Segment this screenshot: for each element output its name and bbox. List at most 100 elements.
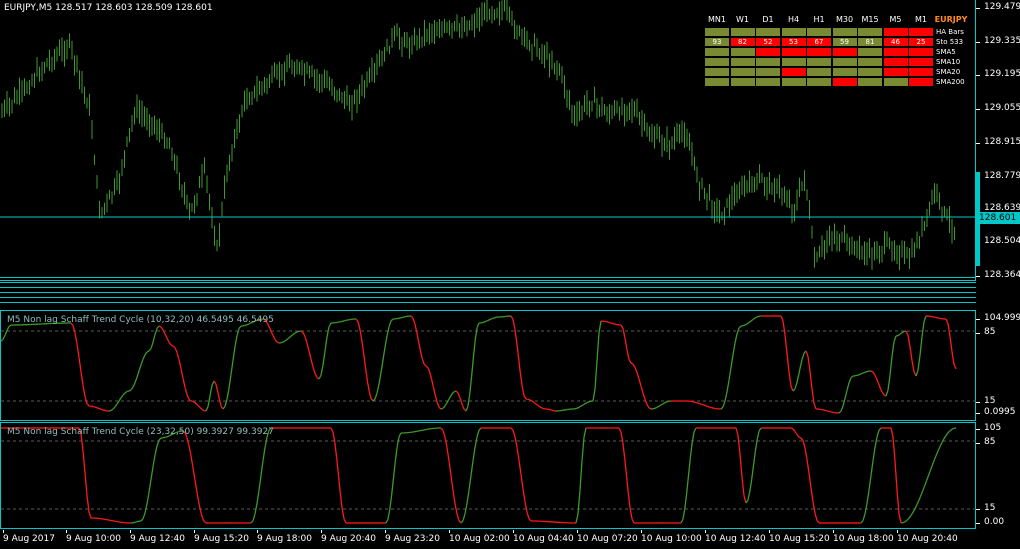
- stc-segment: [455, 390, 459, 394]
- stc-segment: [284, 338, 288, 342]
- stc-segment: [452, 490, 456, 504]
- stc-segment: [728, 367, 732, 381]
- stc-segment: [430, 379, 435, 388]
- stc-segment: [186, 436, 190, 445]
- trend-cell: [781, 68, 806, 76]
- trend-cell: [705, 68, 729, 76]
- stc-segment: [754, 316, 758, 319]
- stc-segment: [741, 477, 745, 496]
- stc-segment: [451, 391, 455, 395]
- stc-segment: [216, 390, 221, 400]
- stc-segment: [337, 475, 342, 494]
- stc-segment: [469, 376, 473, 395]
- stc-segment: [112, 406, 116, 410]
- stc-segment: [234, 335, 238, 347]
- stc-segment: [624, 338, 628, 350]
- trend-cell: [858, 28, 882, 36]
- stc-segment: [693, 427, 697, 432]
- stc-segment: [191, 464, 196, 478]
- stc-segment: [417, 340, 422, 351]
- stc-segment: [917, 355, 921, 371]
- stc-segment: [102, 409, 106, 412]
- stc-segment: [436, 402, 440, 408]
- stc-segment: [164, 333, 168, 339]
- stc-segment: [486, 319, 490, 322]
- stc-segment: [362, 352, 367, 368]
- stc-segment: [2, 335, 6, 340]
- stc-segment: [709, 406, 712, 409]
- stc-segment: [901, 330, 905, 334]
- stc-segment: [472, 339, 476, 358]
- timeframe-header: H1: [813, 15, 825, 24]
- stc-segment: [274, 339, 278, 343]
- stc-segment: [549, 409, 553, 411]
- stc-segment: [929, 464, 934, 471]
- stc-segment: [631, 519, 635, 524]
- stc-segment: [840, 405, 844, 412]
- stc-segment: [341, 508, 345, 520]
- stc-segment: [745, 499, 749, 504]
- timeframe-header: W1: [736, 15, 749, 24]
- stc-segment: [280, 341, 284, 344]
- stc-segment: [935, 449, 939, 456]
- stc-segment: [199, 407, 203, 411]
- trend-cell: [807, 68, 831, 76]
- stc-segment: [799, 358, 803, 367]
- stc-segment: [122, 392, 126, 396]
- stc-segment: [448, 460, 452, 476]
- stc-segment: [951, 427, 955, 430]
- stc-segment: [150, 466, 154, 480]
- trend-cell: [730, 68, 755, 76]
- stc-segment: [916, 500, 920, 506]
- stc-segment: [366, 380, 370, 392]
- x-tick-label: 10 Aug 20:40: [897, 530, 958, 544]
- stc-segment: [539, 406, 543, 409]
- stc-segment: [224, 399, 228, 407]
- stc-segment: [658, 404, 662, 407]
- stc-segment: [193, 476, 198, 490]
- stc-segment: [88, 511, 92, 519]
- trend-cell: [883, 68, 908, 76]
- stc-segment: [638, 378, 642, 387]
- trend-cell: [832, 68, 857, 76]
- stc-segment: [374, 392, 378, 400]
- stc-segment: [444, 403, 448, 407]
- stc-segment: [743, 495, 747, 504]
- stc-segment: [268, 326, 272, 332]
- stc-segment: [359, 328, 363, 340]
- stc-segment: [510, 427, 514, 431]
- stc-segment: [578, 405, 582, 408]
- stc-segment: [894, 460, 898, 491]
- stc-segment: [750, 465, 755, 480]
- schaff-trend-cycle-pane-1[interactable]: M5 Non lag Schaff Trend Cycle (10,32,20)…: [0, 310, 977, 421]
- stc-segment: [584, 402, 588, 405]
- stc-segment: [902, 521, 906, 524]
- stc-segment: [927, 469, 932, 476]
- stc-segment: [186, 394, 190, 400]
- stc-segment: [858, 373, 862, 376]
- stc-segment: [515, 341, 520, 358]
- stc-segment: [756, 315, 760, 318]
- stc-segment: [923, 315, 927, 322]
- schaff-trend-cycle-pane-2[interactable]: M5 Non lag Schaff Trend Cycle (23,32,50)…: [0, 422, 977, 529]
- stc-segment: [238, 325, 242, 329]
- y-tick-label: 0.00: [975, 517, 1005, 527]
- stc-segment: [682, 508, 686, 520]
- stc-segment: [484, 320, 488, 323]
- stc-segment: [252, 513, 256, 521]
- stc-segment: [82, 450, 86, 474]
- stc-segment: [922, 485, 926, 492]
- stc-segment: [920, 490, 924, 497]
- stc-segment: [730, 354, 734, 368]
- stc-segment: [6, 326, 10, 331]
- stc-segment: [790, 427, 794, 430]
- trend-cell: 53: [781, 38, 806, 46]
- stc-segment: [720, 406, 724, 410]
- price-axis-scroll-handle[interactable]: [976, 172, 980, 266]
- stc-segment: [825, 409, 828, 412]
- stc-segment: [790, 385, 794, 392]
- trend-cell: [756, 28, 780, 36]
- stc-segment: [140, 359, 144, 366]
- stc-segment: [754, 438, 758, 452]
- stc-segment: [812, 501, 816, 514]
